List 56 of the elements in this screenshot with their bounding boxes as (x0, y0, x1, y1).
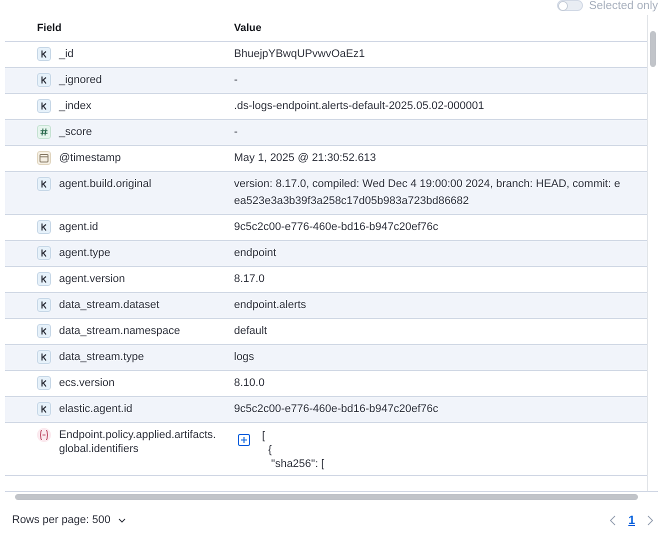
keyword-type-icon (37, 177, 51, 191)
rows-per-page-button[interactable]: Rows per page: 500 (12, 514, 126, 526)
field-name: _ignored (59, 73, 103, 87)
keyword-type-icon (37, 402, 51, 416)
keyword-type-icon (37, 220, 51, 234)
keyword-type-icon (37, 47, 51, 61)
field-value: - (234, 73, 238, 88)
field-name: ecs.version (59, 376, 116, 390)
field-name: agent.id (59, 220, 100, 234)
field-value: logs (234, 350, 254, 365)
field-name: data_stream.dataset (59, 298, 160, 312)
keyword-type-icon (37, 272, 51, 286)
field-value: 9c5c2c00-e776-460e-bd16-b947c20ef76c (234, 220, 438, 235)
field-name: agent.build.original (59, 177, 152, 191)
field-value: endpoint (234, 246, 276, 261)
field-value: May 1, 2025 @ 21:30:52.613 (234, 151, 376, 166)
toggle-label: Selected only (588, 0, 658, 13)
field-value: default (234, 324, 268, 339)
keyword-type-icon (37, 376, 51, 390)
keyword-type-icon (37, 298, 51, 312)
column-header: Field (36, 21, 63, 36)
field-name: agent.version (59, 272, 126, 286)
field-name: _score (59, 125, 94, 139)
chevron-down-icon (118, 518, 126, 522)
expand-button[interactable] (238, 434, 250, 446)
field-name: data_stream.type (59, 350, 145, 364)
field-name: Endpoint.policy.applied.artifacts.global.identifiers (59, 428, 217, 456)
plus-icon (240, 436, 248, 444)
field-name: data_stream.namespace (59, 324, 182, 338)
field-name: _id (59, 47, 75, 61)
keyword-type-icon (37, 99, 51, 113)
number-type-icon (37, 125, 51, 139)
field-name: elastic.agent.id (59, 402, 134, 416)
toggle-switch[interactable] (556, 0, 583, 11)
column-header: Value (233, 21, 262, 36)
field-value: 8.10.0 (234, 376, 265, 391)
keyword-type-icon (37, 246, 51, 260)
json-value: [ { "sha256": [ (262, 429, 324, 471)
keyword-type-icon (37, 324, 51, 338)
previous-page-icon[interactable] (609, 514, 616, 526)
field-name: _index (59, 99, 92, 113)
keyword-type-icon (37, 73, 51, 87)
next-page-icon[interactable] (647, 514, 654, 526)
field-value: - (234, 125, 238, 140)
object-type-icon (37, 428, 51, 442)
field-value: 9c5c2c00-e776-460e-bd16-b947c20ef76c (234, 402, 438, 417)
field-value: BhuejpYBwqUPvwvOaEz1 (234, 47, 365, 62)
field-value: version: 8.17.0, compiled: Wed Dec 4 19:00:00 2024, branch: HEAD, commit: e ea523e3a3b39f3a258c17d05b983a723bd86682 (234, 177, 620, 209)
field-value: .ds-logs-endpoint.alerts-default-2025.05.02-000001 (234, 99, 484, 114)
field-value: endpoint.alerts (234, 298, 306, 313)
page-link[interactable]: 1 (628, 513, 635, 527)
field-name: @timestamp (59, 151, 122, 165)
field-value: 8.17.0 (234, 272, 265, 287)
keyword-type-icon (37, 350, 51, 364)
field-name: agent.type (59, 246, 112, 260)
calendar-icon (37, 151, 51, 165)
